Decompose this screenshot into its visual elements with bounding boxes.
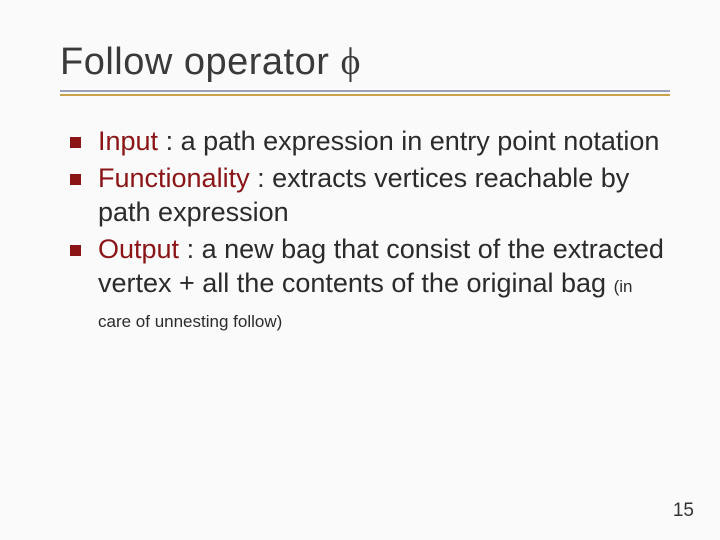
bullet-text: : a new bag that consist of the extracte… — [98, 234, 664, 299]
bullet-square-icon — [70, 174, 81, 185]
bullet-item: Input : a path expression in entry point… — [70, 124, 670, 159]
title-rule-bottom — [60, 94, 670, 96]
slide: Follow operator ϕ Input : a path express… — [0, 0, 720, 540]
bullet-square-icon — [70, 245, 81, 256]
bullet-term: Output — [98, 234, 179, 264]
bullet-item: Functionality : extracts vertices reacha… — [70, 161, 670, 230]
bullet-term: Functionality — [98, 163, 250, 193]
bullet-square-icon — [70, 137, 81, 148]
slide-title: Follow operator ϕ — [60, 40, 670, 84]
bullet-text: : a path expression in entry point notat… — [158, 126, 659, 156]
page-number: 15 — [673, 500, 694, 522]
phi-symbol: ϕ — [340, 41, 361, 83]
title-text: Follow operator — [60, 41, 340, 83]
bullet-term: Input — [98, 126, 158, 156]
bullet-item: Output : a new bag that consist of the e… — [70, 232, 670, 336]
bullet-list: Input : a path expression in entry point… — [60, 124, 670, 335]
title-rule-top — [60, 90, 670, 92]
